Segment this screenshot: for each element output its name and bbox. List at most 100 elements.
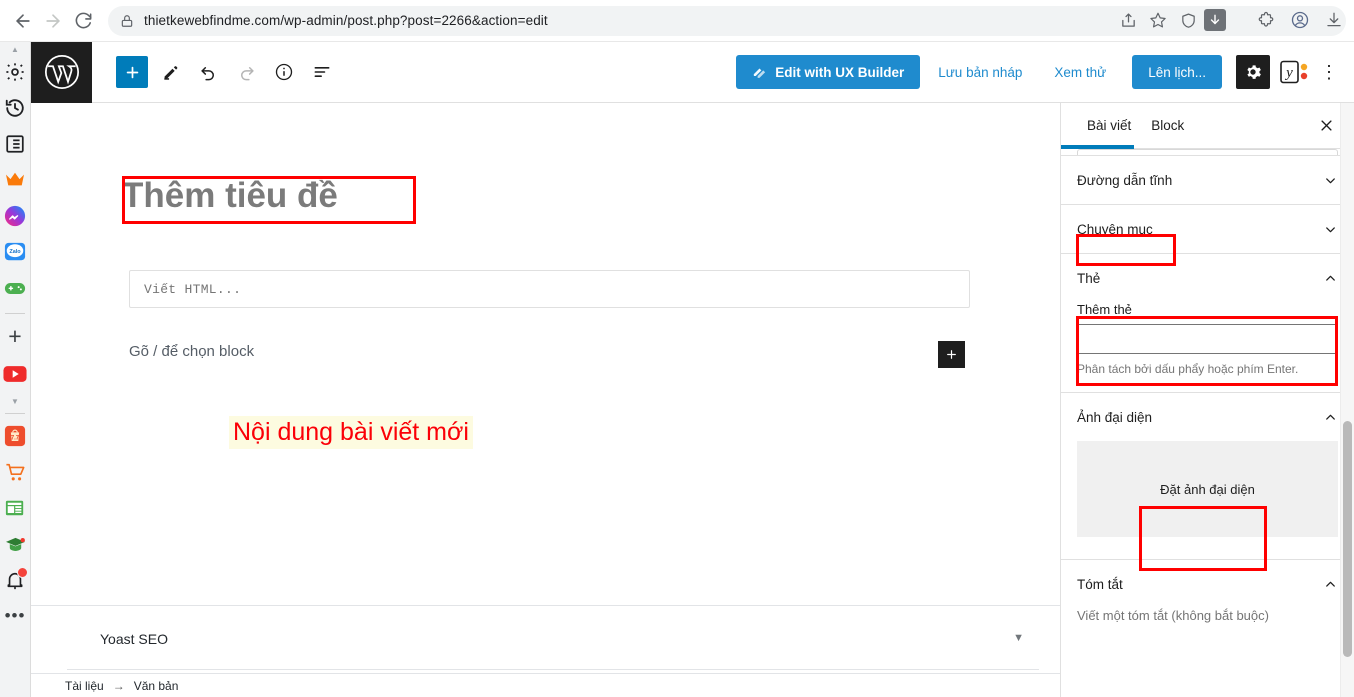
ux-builder-label: Edit with UX Builder bbox=[775, 64, 905, 80]
breadcrumb-current[interactable]: Văn bản bbox=[134, 679, 179, 693]
gamepad-icon[interactable] bbox=[2, 275, 28, 301]
tags-highlight-box bbox=[1076, 316, 1338, 386]
history-icon[interactable] bbox=[2, 95, 28, 121]
edit-with-ux-builder-button[interactable]: Edit with UX Builder bbox=[736, 55, 921, 89]
chevron-up-icon bbox=[1323, 271, 1338, 286]
chevron-up-icon bbox=[1323, 410, 1338, 425]
profile-avatar-icon[interactable] bbox=[1286, 6, 1314, 34]
crown-icon[interactable] bbox=[2, 167, 28, 193]
block-prompt-text[interactable]: Gõ / để chọn block bbox=[129, 343, 254, 360]
scrolled-panel-edge bbox=[1061, 149, 1354, 156]
browser-back-button[interactable] bbox=[8, 6, 38, 36]
block-inserter-button[interactable] bbox=[938, 341, 965, 368]
chevron-down-icon bbox=[1323, 173, 1338, 188]
divider bbox=[67, 669, 1039, 670]
browser-extension-icons bbox=[1252, 6, 1348, 34]
yoast-metabox-title: Yoast SEO bbox=[100, 631, 168, 647]
share-icon[interactable] bbox=[1114, 6, 1142, 34]
permalink-panel-header[interactable]: Đường dẫn tĩnh bbox=[1061, 156, 1354, 204]
bookmark-star-icon[interactable] bbox=[1144, 6, 1172, 34]
collapse-caret-icon[interactable]: ▲ bbox=[11, 45, 19, 55]
wp-editor-header: Edit with UX Builder Lưu bản nháp Xem th… bbox=[31, 41, 1354, 103]
redo-button[interactable] bbox=[230, 56, 262, 88]
add-block-button[interactable] bbox=[116, 56, 148, 88]
chevron-down-icon bbox=[1323, 222, 1338, 237]
gear-icon[interactable] bbox=[1236, 55, 1270, 89]
post-settings-sidebar: Bài viết Block Đường dẫn tĩnh Chuyên mục… bbox=[1060, 103, 1354, 697]
excerpt-panel-title: Tóm tắt bbox=[1077, 576, 1123, 592]
shield-icon[interactable] bbox=[1174, 6, 1202, 34]
add-tag-label: Thêm thẻ bbox=[1077, 302, 1132, 317]
featured-image-panel-title: Ảnh đại diện bbox=[1077, 409, 1153, 425]
youtube-icon[interactable] bbox=[2, 361, 28, 387]
close-icon[interactable] bbox=[1314, 114, 1338, 138]
tab-post[interactable]: Bài viết bbox=[1061, 103, 1141, 149]
permalink-panel: Đường dẫn tĩnh bbox=[1061, 156, 1354, 205]
caret-down-icon[interactable]: ▼ bbox=[1013, 632, 1024, 644]
browser-side-rail: ▲ Zalo + ▼ 7.7 ••• bbox=[0, 42, 31, 697]
preview-link[interactable]: Xem thử bbox=[1040, 65, 1120, 80]
sidebar-scrollbar-thumb[interactable] bbox=[1343, 421, 1352, 657]
breadcrumb: Tài liệu → Văn bản bbox=[31, 673, 1060, 697]
html-block[interactable]: Viết HTML... bbox=[129, 270, 970, 308]
browser-toolbar: thietkewebfindme.com/wp-admin/post.php?p… bbox=[0, 0, 1354, 42]
news-icon[interactable] bbox=[2, 495, 28, 521]
post-title-placeholder: Thêm tiêu đề bbox=[122, 176, 338, 215]
wordpress-logo[interactable] bbox=[31, 41, 92, 103]
overflow-menu-icon[interactable]: ••• bbox=[2, 603, 28, 629]
yoast-seo-icon[interactable]: y bbox=[1278, 55, 1312, 89]
tags-panel-title: Thẻ bbox=[1077, 270, 1101, 286]
ux-builder-icon bbox=[752, 65, 767, 80]
zalo-icon[interactable]: Zalo bbox=[2, 239, 28, 265]
excerpt-help-text: Viết một tóm tắt (không bắt buộc) bbox=[1077, 608, 1269, 623]
notification-bell-icon[interactable] bbox=[2, 567, 28, 593]
edit-tool-button[interactable] bbox=[154, 56, 186, 88]
puzzle-extensions-icon[interactable] bbox=[1252, 6, 1280, 34]
featured-image-panel-header[interactable]: Ảnh đại diện bbox=[1061, 393, 1354, 441]
editor-canvas: Thêm tiêu đề Viết HTML... Gõ / để chọn b… bbox=[31, 103, 1060, 697]
html-block-placeholder: Viết HTML... bbox=[144, 281, 242, 297]
save-draft-link[interactable]: Lưu bản nháp bbox=[924, 65, 1036, 80]
messenger-icon[interactable] bbox=[2, 203, 28, 229]
add-app-icon[interactable]: + bbox=[2, 323, 28, 349]
settings-gear-icon[interactable] bbox=[2, 59, 28, 85]
svg-text:Zalo: Zalo bbox=[9, 249, 21, 255]
browser-forward-button[interactable] bbox=[38, 6, 68, 36]
more-caret-icon[interactable]: ▼ bbox=[11, 397, 19, 407]
breadcrumb-document[interactable]: Tài liệu bbox=[65, 679, 104, 693]
rail-divider-2 bbox=[5, 413, 25, 414]
cart-icon[interactable] bbox=[2, 459, 28, 485]
sidebar-tab-bar: Bài viết Block bbox=[1061, 103, 1354, 149]
featured-image-highlight-box bbox=[1139, 506, 1267, 571]
svg-text:7.7: 7.7 bbox=[11, 436, 20, 442]
url-text: thietkewebfindme.com/wp-admin/post.php?p… bbox=[144, 13, 548, 28]
sidebar-scrollbar-track[interactable] bbox=[1340, 103, 1354, 697]
shopee-icon[interactable]: 7.7 bbox=[2, 423, 28, 449]
header-actions: Edit with UX Builder Lưu bản nháp Xem th… bbox=[736, 55, 1354, 89]
schedule-button[interactable]: Lên lịch... bbox=[1132, 55, 1222, 89]
yoast-seo-metabox: Yoast SEO ▼ bbox=[31, 605, 1060, 673]
tab-block[interactable]: Block bbox=[1141, 103, 1194, 149]
chevron-up-icon bbox=[1323, 577, 1338, 592]
editor-toolbar bbox=[116, 56, 338, 88]
details-info-button[interactable] bbox=[268, 56, 300, 88]
list-icon[interactable] bbox=[2, 131, 28, 157]
permalink-panel-title: Đường dẫn tĩnh bbox=[1077, 172, 1173, 188]
rail-divider bbox=[5, 313, 25, 314]
download-arrow-icon[interactable] bbox=[1204, 9, 1226, 31]
graduation-icon[interactable] bbox=[2, 531, 28, 557]
kebab-menu-icon[interactable]: ⋮ bbox=[1316, 55, 1342, 89]
svg-text:y: y bbox=[1284, 65, 1293, 81]
list-view-button[interactable] bbox=[306, 56, 338, 88]
downloads-icon[interactable] bbox=[1320, 6, 1348, 34]
omnibox-action-icons bbox=[1114, 6, 1226, 34]
undo-button[interactable] bbox=[192, 56, 224, 88]
categories-highlight-box bbox=[1076, 234, 1176, 266]
set-featured-image-label: Đặt ảnh đại diện bbox=[1160, 481, 1255, 497]
post-title-field[interactable]: Thêm tiêu đề bbox=[122, 168, 422, 223]
breadcrumb-arrow-icon: → bbox=[112, 678, 125, 693]
lock-icon bbox=[120, 14, 134, 28]
annotation-note: Nội dung bài viết mới bbox=[229, 416, 473, 449]
notification-badge bbox=[17, 567, 28, 578]
browser-reload-button[interactable] bbox=[68, 6, 98, 36]
